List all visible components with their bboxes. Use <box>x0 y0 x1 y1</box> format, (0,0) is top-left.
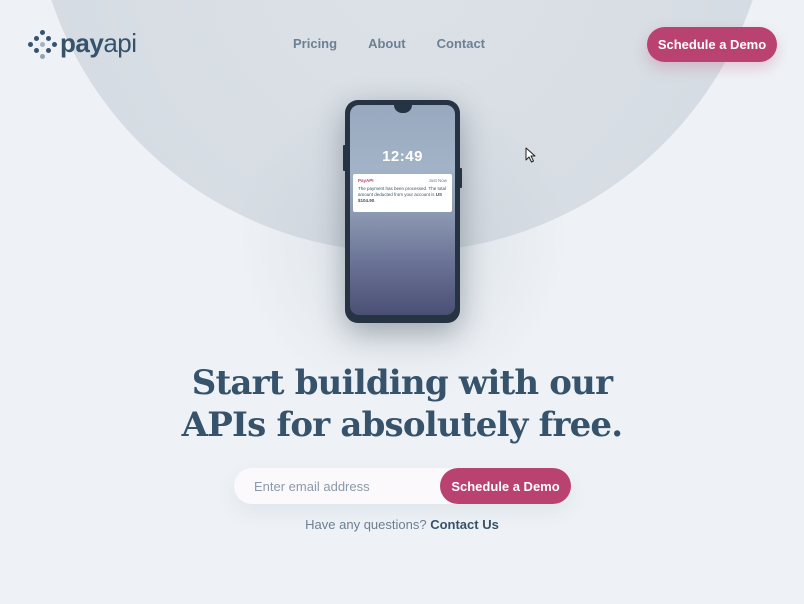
notification-message: The payment has been processed. The tota… <box>358 186 447 204</box>
email-input[interactable] <box>254 468 444 504</box>
nav-contact-link[interactable]: Contact <box>437 36 485 51</box>
payment-notification: PayAPI Just Now The payment has been pro… <box>353 174 452 212</box>
email-signup-form: Schedule a Demo <box>234 468 571 504</box>
phone-side-button <box>459 168 462 188</box>
contact-prompt: Have any questions? Contact Us <box>0 517 804 532</box>
hero-headline-line1: Start building with our <box>191 363 613 403</box>
notification-app-name: PayAPI <box>358 178 374 183</box>
form-schedule-demo-button[interactable]: Schedule a Demo <box>440 468 571 504</box>
header-schedule-demo-button[interactable]: Schedule a Demo <box>647 27 777 62</box>
contact-us-link[interactable]: Contact Us <box>430 517 499 532</box>
logo-text-api: api <box>103 28 137 58</box>
notification-time: Just Now <box>428 178 447 183</box>
phone-clock: 12:49 <box>382 148 423 165</box>
hero-headline: Start building with our APIs for absolut… <box>0 362 804 446</box>
nav-about-link[interactable]: About <box>368 36 406 51</box>
phone-mockup: 12:49 PayAPI Just Now The payment has be… <box>343 100 462 323</box>
mouse-pointer-icon <box>525 147 536 163</box>
phone-side-button <box>343 145 346 171</box>
phone-notch <box>394 105 412 113</box>
logo-link[interactable]: payapi <box>28 29 137 59</box>
contact-question-text: Have any questions? <box>305 517 427 532</box>
logo-wordmark: payapi <box>60 30 137 56</box>
phone-screen: 12:49 PayAPI Just Now The payment has be… <box>350 105 455 315</box>
notification-message-text: The payment has been processed. The tota… <box>358 186 446 197</box>
nav-pricing-link[interactable]: Pricing <box>293 36 337 51</box>
logo-text-pay: pay <box>60 28 104 58</box>
main-nav: Pricing About Contact <box>293 36 485 51</box>
hero-headline-line2: APIs for absolutely free. <box>181 405 623 445</box>
payapi-dots-logo-icon <box>28 29 57 59</box>
notification-message-end: . <box>374 198 376 203</box>
landing-page: payapi Pricing About Contact Schedule a … <box>0 0 804 604</box>
